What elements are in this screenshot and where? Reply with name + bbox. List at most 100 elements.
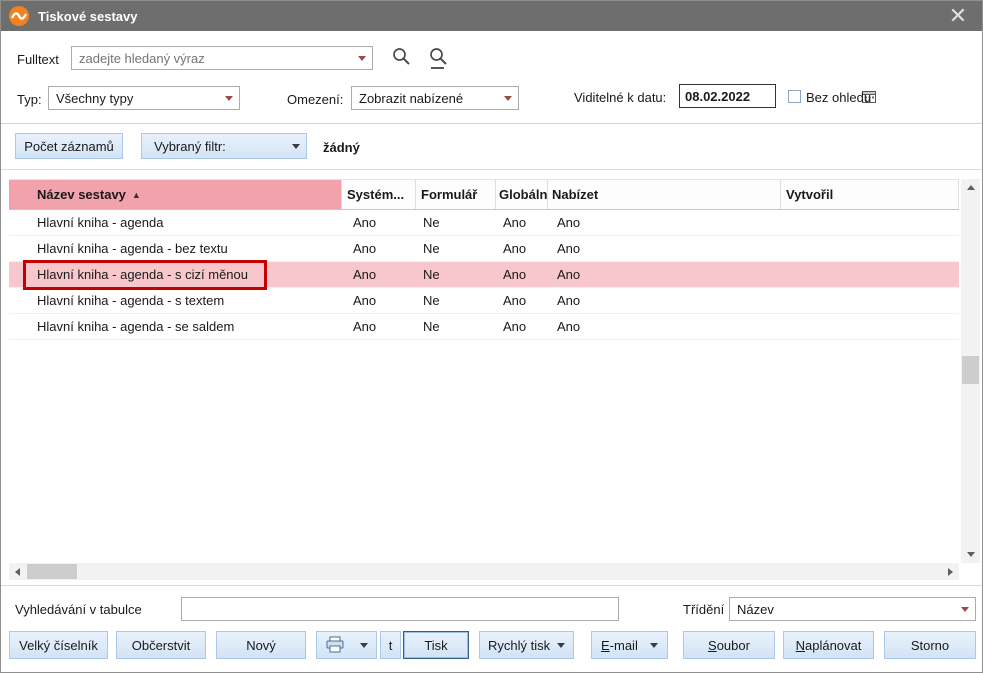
- chevron-down-icon: [967, 552, 975, 557]
- cell-globalni[interactable]: Ano: [496, 262, 548, 287]
- chevron-down-icon: [358, 56, 366, 61]
- search-button[interactable]: [391, 46, 412, 67]
- sort-dropdown-button[interactable]: [955, 598, 975, 620]
- horizontal-scrollbar[interactable]: [9, 563, 959, 580]
- cell-vytvoril[interactable]: [781, 288, 959, 313]
- table-row[interactable]: Hlavní kniha - agenda - bez textu Ano Ne…: [9, 236, 959, 262]
- cell-formular[interactable]: Ne: [416, 314, 496, 339]
- fulltext-dropdown-button[interactable]: [352, 47, 372, 69]
- table-row[interactable]: Hlavní kniha - agenda - s textem Ano Ne …: [9, 288, 959, 314]
- selected-filter-dropdown-button[interactable]: [286, 134, 306, 158]
- ignore-checkbox-label: Bez ohledu: [806, 90, 871, 105]
- cell-vytvoril[interactable]: [781, 236, 959, 261]
- cell-nazev[interactable]: Hlavní kniha - agenda - se saldem: [9, 314, 342, 339]
- chevron-down-icon: [360, 643, 368, 648]
- type-combo[interactable]: Všechny typy: [48, 86, 240, 110]
- column-header-nabizet[interactable]: Nabízet: [548, 180, 781, 209]
- cell-system[interactable]: Ano: [342, 314, 416, 339]
- cell-globalni[interactable]: Ano: [496, 236, 548, 261]
- cell-nazev[interactable]: Hlavní kniha - agenda: [9, 210, 342, 235]
- selected-filter-combo[interactable]: Vybraný filtr:: [141, 133, 307, 159]
- cell-nabizet[interactable]: Ano: [548, 288, 781, 313]
- visible-date-field[interactable]: [679, 84, 776, 108]
- table-footer-divider: [1, 585, 983, 586]
- scroll-right-button[interactable]: [942, 563, 959, 580]
- app-logo-icon: [8, 5, 30, 27]
- table-row-selected[interactable]: Hlavní kniha - agenda - s cizí měnou Ano…: [9, 262, 959, 288]
- cell-nazev[interactable]: Hlavní kniha - agenda - bez textu: [9, 236, 342, 261]
- vertical-scrollbar[interactable]: [961, 179, 980, 563]
- new-button[interactable]: Nový: [216, 631, 306, 659]
- scroll-down-button[interactable]: [961, 546, 980, 563]
- printer-icon: [325, 636, 345, 654]
- cell-globalni[interactable]: Ano: [496, 314, 548, 339]
- cell-system[interactable]: Ano: [342, 210, 416, 235]
- selected-filter-label: Vybraný filtr:: [142, 139, 286, 154]
- cell-nabizet[interactable]: Ano: [548, 236, 781, 261]
- visible-date-label: Viditelné k datu:: [574, 90, 666, 105]
- cell-nabizet[interactable]: Ano: [548, 210, 781, 235]
- cell-vytvoril[interactable]: [781, 262, 959, 287]
- tiskove-sestavy-window: Tiskové sestavy ✕ Fulltext Typ: Všechny …: [0, 0, 983, 673]
- filterbar-divider: [1, 169, 983, 170]
- cell-vytvoril[interactable]: [781, 314, 959, 339]
- fulltext-input[interactable]: [72, 47, 352, 69]
- titlebar[interactable]: Tiskové sestavy ✕: [1, 1, 982, 31]
- print-button[interactable]: Tisk: [403, 631, 469, 659]
- vertical-scrollbar-thumb[interactable]: [962, 356, 979, 384]
- sort-combo[interactable]: Název: [729, 597, 976, 621]
- table-header: Název sestavy ▲ Systém... Formulář Globá…: [9, 179, 959, 210]
- column-header-globalni[interactable]: Globální: [496, 180, 548, 209]
- table-row[interactable]: Hlavní kniha - agenda - se saldem Ano Ne…: [9, 314, 959, 340]
- search-next-button[interactable]: [428, 46, 449, 70]
- cell-system[interactable]: Ano: [342, 288, 416, 313]
- cell-system[interactable]: Ano: [342, 262, 416, 287]
- search-icon: [391, 46, 412, 67]
- restriction-dropdown-button[interactable]: [498, 87, 518, 109]
- cell-nabizet[interactable]: Ano: [548, 314, 781, 339]
- record-count-button[interactable]: Počet záznamů: [15, 133, 123, 159]
- cell-globalni[interactable]: Ano: [496, 288, 548, 313]
- print-overlap-button[interactable]: t: [380, 631, 401, 659]
- chevron-down-icon: [650, 643, 658, 648]
- email-button[interactable]: E-mail: [591, 631, 668, 659]
- refresh-button[interactable]: Občerstvit: [116, 631, 206, 659]
- horizontal-scrollbar-thumb[interactable]: [27, 564, 77, 579]
- fulltext-combo[interactable]: [71, 46, 373, 70]
- cell-formular[interactable]: Ne: [416, 236, 496, 261]
- scroll-up-button[interactable]: [961, 179, 980, 196]
- column-header-system[interactable]: Systém...: [342, 180, 416, 209]
- cell-vytvoril[interactable]: [781, 210, 959, 235]
- search-next-icon: [428, 46, 449, 70]
- cell-system[interactable]: Ano: [342, 236, 416, 261]
- ignore-checkbox[interactable]: [788, 90, 801, 103]
- file-button[interactable]: Soubor: [683, 631, 775, 659]
- column-header-formular[interactable]: Formulář: [416, 180, 496, 209]
- cell-nazev[interactable]: Hlavní kniha - agenda - s textem: [9, 288, 342, 313]
- print-menu-button[interactable]: [316, 631, 377, 659]
- close-button[interactable]: ✕: [944, 1, 972, 31]
- column-header-vytvoril[interactable]: Vytvořil: [781, 180, 959, 209]
- chevron-right-icon: [948, 568, 953, 576]
- sort-combo-value: Název: [730, 602, 955, 617]
- restriction-combo[interactable]: Zobrazit nabízené: [351, 86, 519, 110]
- schedule-button[interactable]: Naplánovat: [783, 631, 874, 659]
- cell-nazev[interactable]: Hlavní kniha - agenda - s cizí měnou: [9, 262, 342, 287]
- quick-print-button[interactable]: Rychlý tisk: [479, 631, 574, 659]
- cell-nabizet[interactable]: Ano: [548, 262, 781, 287]
- large-list-button[interactable]: Velký číselník: [9, 631, 108, 659]
- sort-order-label: Třídění: [683, 602, 724, 617]
- column-header-nazev-sestavy[interactable]: Název sestavy ▲: [9, 180, 342, 209]
- scroll-left-button[interactable]: [9, 563, 26, 580]
- restriction-label: Omezení:: [287, 92, 343, 107]
- type-dropdown-button[interactable]: [219, 87, 239, 109]
- toolbar-divider: [1, 123, 983, 124]
- cell-formular[interactable]: Ne: [416, 288, 496, 313]
- cell-formular[interactable]: Ne: [416, 262, 496, 287]
- cancel-button[interactable]: Storno: [884, 631, 976, 659]
- cell-formular[interactable]: Ne: [416, 210, 496, 235]
- cell-globalni[interactable]: Ano: [496, 210, 548, 235]
- table-search-input[interactable]: [181, 597, 619, 621]
- table-row[interactable]: Hlavní kniha - agenda Ano Ne Ano Ano: [9, 210, 959, 236]
- type-label: Typ:: [17, 92, 42, 107]
